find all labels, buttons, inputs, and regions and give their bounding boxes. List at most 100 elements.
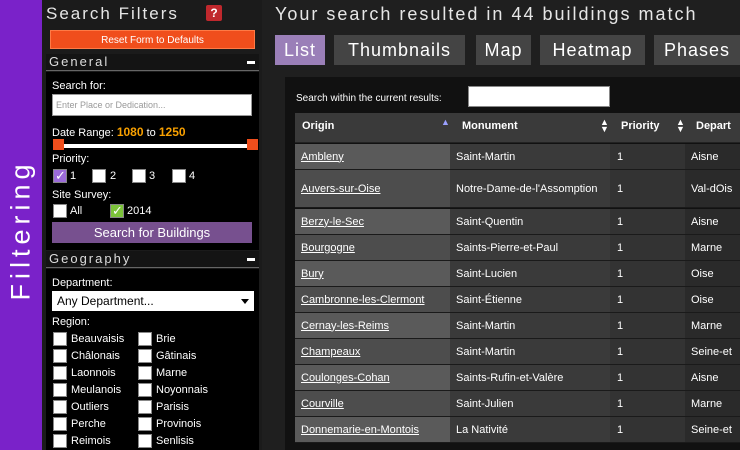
monument-cell: Saint-Étienne bbox=[450, 287, 610, 312]
region-checkbox[interactable] bbox=[53, 332, 67, 346]
date-slider-handle-end[interactable] bbox=[247, 139, 258, 150]
region-label: Laonnois bbox=[71, 367, 116, 379]
table-row[interactable]: Champeaux Saint-Martin 1 Seine-et bbox=[295, 339, 740, 365]
origin-link[interactable]: Bourgogne bbox=[295, 235, 450, 260]
region-checkbox[interactable] bbox=[138, 332, 152, 346]
department-cell: Oise bbox=[685, 287, 740, 312]
table-row[interactable]: Bourgogne Saints-Pierre-et-Paul 1 Marne bbox=[295, 235, 740, 261]
origin-link[interactable]: Cambronne-les-Clermont bbox=[295, 287, 450, 312]
column-header-origin[interactable]: Origin ▲ bbox=[295, 113, 456, 143]
priority-3-checkbox[interactable] bbox=[132, 169, 146, 183]
reset-form-button[interactable]: Reset Form to Defaults bbox=[50, 30, 255, 49]
general-section-header[interactable]: General bbox=[46, 54, 259, 71]
tab-thumbnails[interactable]: Thumbnails bbox=[334, 35, 465, 65]
department-header-label: Depart bbox=[696, 120, 731, 132]
geography-section-header[interactable]: Geography bbox=[46, 251, 259, 268]
region-checkbox[interactable] bbox=[138, 366, 152, 380]
priority-cell: 1 bbox=[610, 417, 685, 442]
site-survey-label: Site Survey: bbox=[52, 189, 112, 201]
priority-2-checkbox[interactable] bbox=[92, 169, 106, 183]
monument-cell: Saint-Quentin bbox=[450, 209, 610, 234]
department-cell: Oise bbox=[685, 261, 740, 286]
priority-cell: 1 bbox=[610, 287, 685, 312]
priority-1-label: 1 bbox=[70, 170, 77, 182]
origin-link[interactable]: Ambleny bbox=[295, 144, 450, 169]
priority-cell: 1 bbox=[610, 391, 685, 416]
table-row[interactable]: Coulonges-Cohan Saints-Rufin-et-Valère 1 Ai… bbox=[295, 365, 740, 391]
region-label: Meulanois bbox=[71, 384, 122, 396]
filtering-side-tab[interactable]: Filtering bbox=[0, 0, 42, 450]
column-header-priority[interactable]: Priority ▲ ▼ bbox=[614, 113, 690, 143]
survey-2014-checkbox[interactable] bbox=[110, 203, 124, 219]
help-icon[interactable]: ? bbox=[206, 5, 222, 21]
tab-phases[interactable]: Phases bbox=[654, 35, 740, 65]
search-for-label: Search for: bbox=[52, 80, 106, 92]
department-select[interactable]: Any Department... bbox=[52, 291, 254, 311]
monument-cell: Saint-Martin bbox=[450, 313, 610, 338]
region-checkbox[interactable] bbox=[138, 434, 152, 448]
filtering-tab-label: Filtering bbox=[5, 159, 36, 301]
column-header-department[interactable]: Depart bbox=[689, 113, 740, 143]
table-row[interactable]: Courville Saint-Julien 1 Marne bbox=[295, 391, 740, 417]
region-label: Noyonnais bbox=[156, 384, 208, 396]
collapse-icon[interactable] bbox=[247, 258, 255, 261]
region-label: Senlisis bbox=[156, 435, 194, 447]
date-slider-handle-start[interactable] bbox=[53, 139, 64, 150]
region-checkbox[interactable] bbox=[53, 366, 67, 380]
region-checkbox[interactable] bbox=[53, 349, 67, 363]
region-checkbox[interactable] bbox=[53, 383, 67, 397]
priority-cell: 1 bbox=[610, 365, 685, 390]
region-checkbox[interactable] bbox=[53, 417, 67, 431]
priority-1-checkbox[interactable] bbox=[53, 168, 67, 184]
tab-map[interactable]: Map bbox=[476, 35, 531, 65]
table-row[interactable]: Bury Saint-Lucien 1 Oise bbox=[295, 261, 740, 287]
table-row[interactable]: Ambleny Saint-Martin 1 Aisne bbox=[295, 144, 740, 170]
search-within-label: Search within the current results: bbox=[296, 93, 442, 104]
sort-asc-icon: ▲ bbox=[441, 117, 450, 127]
region-checkbox[interactable] bbox=[138, 417, 152, 431]
table-row[interactable]: Cambronne-les-Clermont Saint-Étienne 1 Oise bbox=[295, 287, 740, 313]
origin-link[interactable]: Coulonges-Cohan bbox=[295, 365, 450, 390]
origin-link[interactable]: Bury bbox=[295, 261, 450, 286]
region-checkbox[interactable] bbox=[138, 349, 152, 363]
tab-list[interactable]: List bbox=[275, 35, 325, 65]
region-checkbox[interactable] bbox=[53, 400, 67, 414]
department-cell: Marne bbox=[685, 313, 740, 338]
region-checkbox[interactable] bbox=[53, 434, 67, 448]
monument-cell: Saint-Julien bbox=[450, 391, 610, 416]
origin-link[interactable]: Donnemarie-en-Montois bbox=[295, 417, 450, 442]
table-row[interactable]: Berzy-le-Sec Saint-Quentin 1 Aisne bbox=[295, 209, 740, 235]
sort-icon: ▲ ▼ bbox=[676, 117, 685, 134]
region-checkbox[interactable] bbox=[138, 383, 152, 397]
column-header-monument[interactable]: Monument ▲ ▼ bbox=[455, 113, 615, 143]
table-row[interactable]: Cernay-les-Reims Saint-Martin 1 Marne bbox=[295, 313, 740, 339]
survey-all-checkbox[interactable] bbox=[53, 204, 67, 218]
search-input[interactable]: Enter Place or Dedication... bbox=[52, 94, 252, 116]
collapse-icon[interactable] bbox=[247, 61, 255, 64]
monument-cell: La Nativité bbox=[450, 417, 610, 442]
priority-cell: 1 bbox=[610, 170, 685, 207]
date-range-slider[interactable] bbox=[56, 144, 256, 148]
origin-link[interactable]: Cernay-les-Reims bbox=[295, 313, 450, 338]
origin-link[interactable]: Champeaux bbox=[295, 339, 450, 364]
monument-cell: Saint-Martin bbox=[450, 144, 610, 169]
origin-link[interactable]: Berzy-le-Sec bbox=[295, 209, 450, 234]
origin-link[interactable]: Auvers-sur-Oise bbox=[295, 170, 450, 207]
tab-heatmap[interactable]: Heatmap bbox=[540, 35, 645, 65]
table-row[interactable]: Auvers-sur-Oise Notre-Dame-de-l'Assomptio… bbox=[295, 170, 740, 208]
search-buildings-button[interactable]: Search for Buildings bbox=[52, 222, 252, 243]
table-row[interactable]: Donnemarie-en-Montois La Nativité 1 Seine-e… bbox=[295, 417, 740, 443]
origin-link[interactable]: Courville bbox=[295, 391, 450, 416]
region-label: Outliers bbox=[71, 401, 109, 413]
search-within-input[interactable] bbox=[468, 86, 610, 107]
survey-all-label: All bbox=[70, 205, 83, 217]
region-checkbox[interactable] bbox=[138, 400, 152, 414]
department-label: Department: bbox=[52, 277, 113, 289]
priority-cell: 1 bbox=[610, 313, 685, 338]
region-label: Beauvaisis bbox=[71, 333, 125, 345]
region-label: Reimois bbox=[71, 435, 111, 447]
priority-4-checkbox[interactable] bbox=[172, 169, 186, 183]
general-heading: General bbox=[49, 54, 110, 69]
department-cell: Aisne bbox=[685, 144, 740, 169]
results-title: Your search resulted in 44 buildings mat… bbox=[275, 4, 698, 24]
